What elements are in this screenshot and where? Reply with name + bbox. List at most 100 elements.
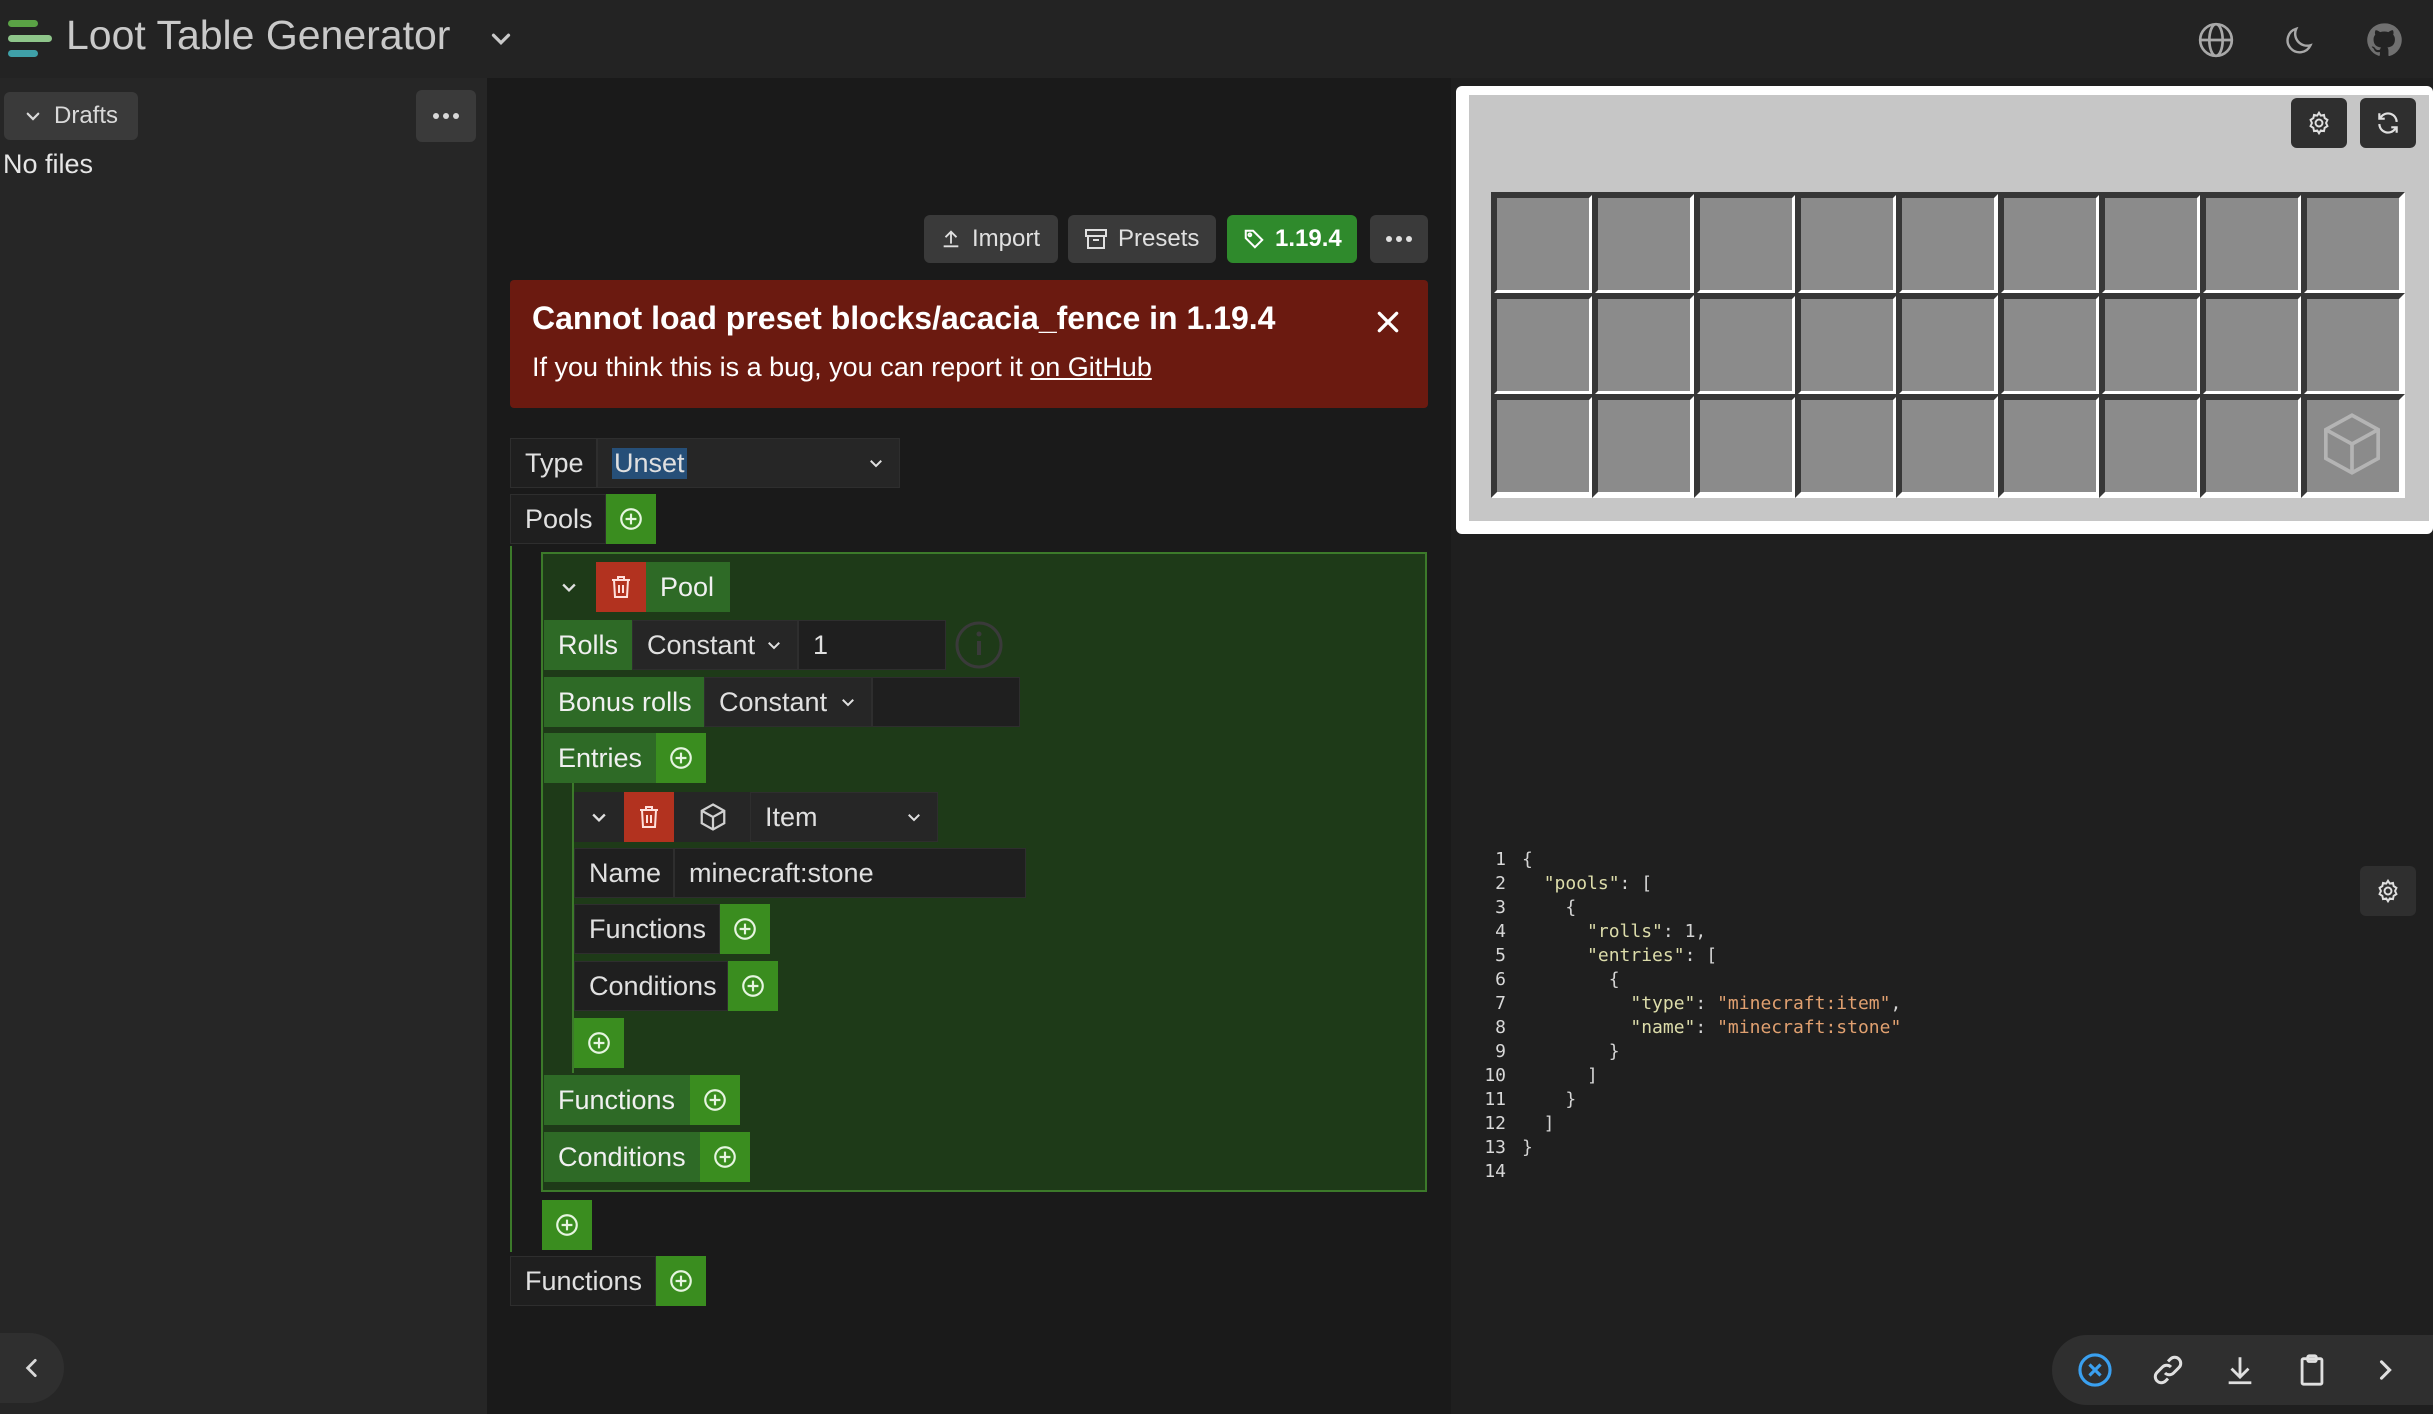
more-horizontal-icon — [431, 111, 461, 121]
add-entry-button[interactable] — [656, 733, 706, 783]
add-pool-function-button[interactable] — [690, 1075, 740, 1125]
code-settings-button[interactable] — [2360, 866, 2416, 916]
more-options-button[interactable] — [1370, 215, 1428, 263]
add-pool-button[interactable] — [606, 494, 656, 544]
inventory-slot[interactable] — [1896, 192, 2001, 296]
more-horizontal-icon — [1384, 234, 1414, 244]
inventory-slot[interactable] — [1592, 293, 1697, 397]
close-circle-icon — [2076, 1351, 2114, 1389]
code-text: "pools": [ — [1543, 873, 1653, 894]
plus-circle-icon — [618, 506, 644, 532]
chevron-down-icon — [867, 454, 885, 472]
line-number: 9 — [1495, 1041, 1506, 1062]
share-link-button[interactable] — [2143, 1345, 2193, 1395]
inventory-slot[interactable] — [2301, 293, 2406, 397]
inventory-slot[interactable] — [1794, 293, 1899, 397]
inventory-slot[interactable] — [1997, 394, 2102, 498]
chevron-down-icon[interactable] — [486, 24, 516, 54]
inventory-slot[interactable] — [2301, 192, 2406, 296]
language-button[interactable] — [2190, 14, 2242, 66]
rolls-value-input[interactable]: 1 — [798, 620, 946, 670]
plus-circle-icon — [668, 1268, 694, 1294]
download-button[interactable] — [2215, 1345, 2265, 1395]
import-button[interactable]: Import — [924, 215, 1058, 263]
add-pool-condition-button[interactable] — [700, 1132, 750, 1182]
collapse-right-button[interactable] — [2360, 1345, 2410, 1395]
code-line: 7 "type": "minecraft:item", — [1474, 992, 1901, 1016]
add-pool-below-button[interactable] — [542, 1200, 592, 1250]
inventory-slot[interactable] — [1896, 293, 2001, 397]
add-root-function-button[interactable] — [656, 1256, 706, 1306]
inventory-slot-grid — [1491, 192, 2406, 498]
gear-icon — [2306, 110, 2332, 136]
inventory-slot[interactable] — [1794, 394, 1899, 498]
rolls-mode-select[interactable]: Constant — [632, 620, 798, 670]
json-code-view[interactable]: 1{2 "pools": [3 {4 "rolls": 1, 5 "entries… — [1474, 848, 1901, 1184]
drafts-label: Drafts — [54, 102, 119, 129]
delete-pool-button[interactable] — [596, 562, 646, 612]
plus-circle-icon — [740, 973, 766, 999]
line-number: 7 — [1495, 993, 1506, 1014]
presets-button[interactable]: Presets — [1068, 215, 1216, 263]
sidebar — [0, 78, 487, 1414]
logo-bars-icon[interactable] — [6, 18, 54, 60]
inventory-slot[interactable] — [2098, 293, 2203, 397]
delete-entry-button[interactable] — [624, 792, 674, 842]
inventory-slot[interactable] — [2200, 192, 2305, 296]
add-entry-below-button[interactable] — [574, 1018, 624, 1068]
add-entry-condition-button[interactable] — [728, 961, 778, 1011]
code-line: 10 ] — [1474, 1064, 1901, 1088]
code-text: } — [1522, 1137, 1533, 1158]
inventory-slot[interactable] — [1592, 394, 1697, 498]
bonus-rolls-mode-value: Constant — [719, 686, 828, 717]
inventory-slot[interactable] — [1997, 293, 2102, 397]
line-number: 12 — [1484, 1113, 1506, 1134]
inventory-slot[interactable] — [1592, 192, 1697, 296]
line-number: 11 — [1484, 1089, 1506, 1110]
code-text: } — [1522, 1089, 1577, 1110]
info-icon[interactable] — [954, 620, 1004, 670]
inventory-slot[interactable] — [2098, 192, 2203, 296]
gear-icon — [2375, 878, 2401, 904]
github-report-link[interactable]: on GitHub — [1030, 352, 1152, 382]
inventory-slot[interactable] — [1896, 394, 2001, 498]
collapse-entry-button[interactable] — [574, 792, 624, 842]
refresh-preview-button[interactable] — [2360, 98, 2416, 148]
preview-settings-button[interactable] — [2291, 98, 2347, 148]
error-message: If you think this is a bug, you can repo… — [532, 352, 1152, 383]
inventory-slot[interactable] — [2200, 293, 2305, 397]
entry-type-select[interactable]: Item — [750, 792, 938, 842]
inventory-slot[interactable] — [1693, 394, 1798, 498]
close-error-button[interactable] — [1368, 302, 1408, 342]
bonus-rolls-mode-select[interactable]: Constant — [704, 677, 872, 727]
inventory-slot[interactable] — [1491, 293, 1595, 397]
clear-button[interactable] — [2070, 1345, 2120, 1395]
pool-conditions-label: Conditions — [544, 1132, 700, 1182]
name-input[interactable]: minecraft:stone — [674, 848, 1026, 898]
bonus-rolls-value-input[interactable] — [872, 677, 1020, 727]
inventory-slot[interactable] — [1997, 192, 2102, 296]
copy-button[interactable] — [2287, 1345, 2337, 1395]
error-message-text: If you think this is a bug, you can repo… — [532, 352, 1031, 382]
inventory-slot[interactable] — [1693, 192, 1798, 296]
add-entry-function-button[interactable] — [720, 904, 770, 954]
inventory-slot[interactable] — [2200, 394, 2305, 498]
theme-toggle-button[interactable] — [2274, 14, 2326, 66]
code-line: 14 — [1474, 1160, 1901, 1184]
version-button[interactable]: 1.19.4 — [1227, 215, 1357, 263]
inventory-slot[interactable] — [1794, 192, 1899, 296]
download-icon — [2223, 1353, 2257, 1387]
inventory-slot[interactable] — [2098, 394, 2203, 498]
rolls-mode-value: Constant — [647, 629, 756, 660]
collapse-pool-button[interactable] — [544, 562, 594, 612]
inventory-slot[interactable] — [1491, 394, 1595, 498]
drafts-more-button[interactable] — [416, 90, 476, 142]
app-title[interactable]: Loot Table Generator — [66, 12, 450, 59]
drafts-folder-button[interactable]: Drafts — [4, 92, 139, 140]
code-line: 8 "name": "minecraft:stone" — [1474, 1016, 1901, 1040]
github-button[interactable] — [2358, 14, 2410, 66]
inventory-slot[interactable] — [1693, 293, 1798, 397]
entry-preview-button[interactable] — [688, 792, 738, 842]
inventory-slot[interactable] — [1491, 192, 1595, 296]
type-select[interactable]: Unset — [597, 438, 900, 488]
